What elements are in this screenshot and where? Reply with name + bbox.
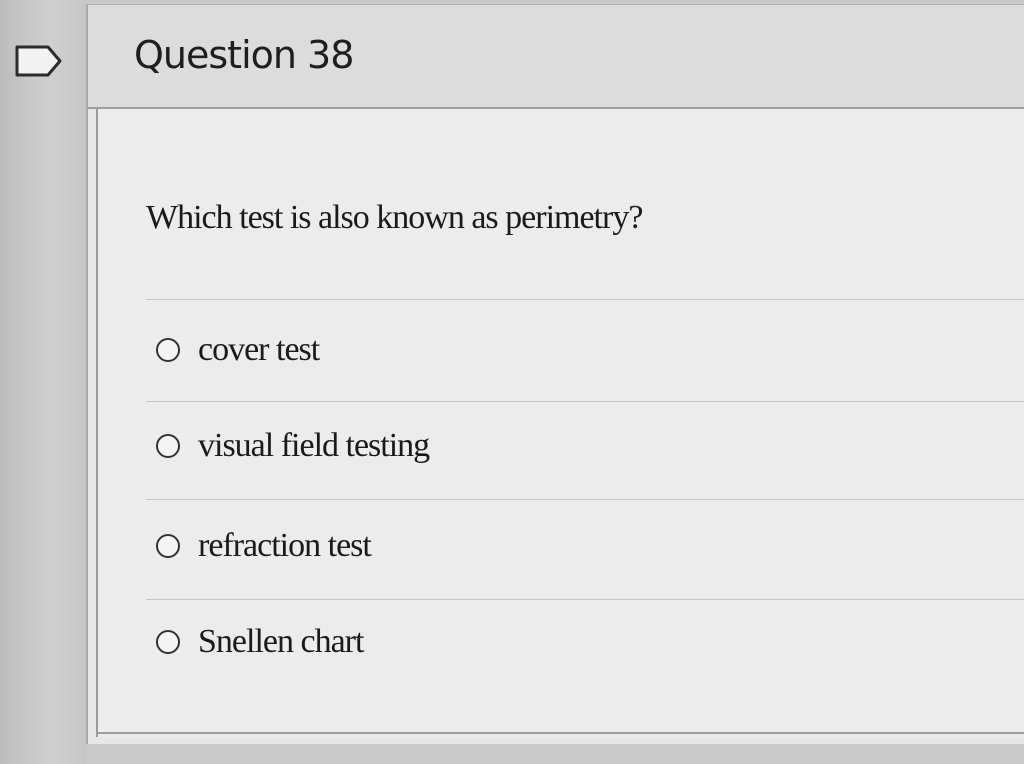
answer-option[interactable]: Snellen chart xyxy=(156,623,364,661)
radio-button[interactable] xyxy=(156,338,180,362)
radio-button[interactable] xyxy=(156,534,180,558)
card-bottom-border xyxy=(96,732,1024,734)
divider xyxy=(146,401,1024,402)
answer-option[interactable]: cover test xyxy=(156,331,320,369)
question-title: Question 38 xyxy=(134,33,354,77)
left-gutter xyxy=(0,0,86,764)
answer-option-label: visual field testing xyxy=(198,427,430,464)
answer-option-label: refraction test xyxy=(198,527,372,564)
radio-button[interactable] xyxy=(156,434,180,458)
question-card: Question 38 Which test is also known as … xyxy=(86,4,1024,744)
answer-option-label: Snellen chart xyxy=(198,623,364,660)
question-header: Question 38 xyxy=(88,5,1024,109)
divider xyxy=(146,599,1024,600)
answer-option[interactable]: refraction test xyxy=(156,527,372,565)
flag-icon[interactable] xyxy=(14,44,64,78)
question-prompt: Which test is also known as perimetry? xyxy=(146,199,643,236)
answer-option-label: cover test xyxy=(198,331,320,368)
radio-button[interactable] xyxy=(156,630,180,654)
answer-option[interactable]: visual field testing xyxy=(156,427,430,465)
divider xyxy=(146,299,1024,300)
question-body: Which test is also known as perimetry? c… xyxy=(96,109,1024,737)
divider xyxy=(146,499,1024,500)
